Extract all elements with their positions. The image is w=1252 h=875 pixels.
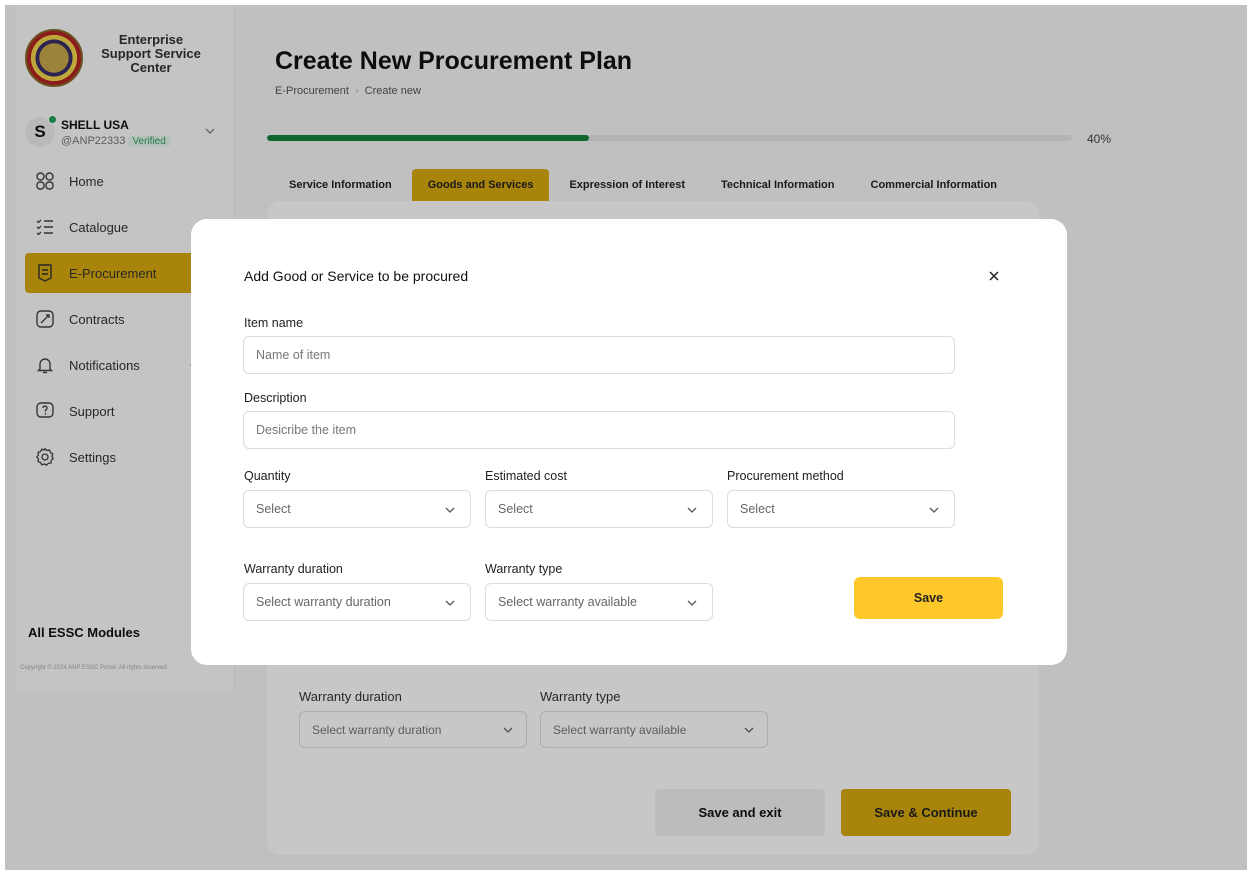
procurement-method-label: Procurement method bbox=[727, 469, 844, 483]
warranty-type-label: Warranty type bbox=[485, 562, 563, 576]
close-button[interactable] bbox=[986, 268, 1002, 284]
warranty-duration-label: Warranty duration bbox=[244, 562, 343, 576]
app-frame: Enterprise Support Service Center S SHEL… bbox=[5, 5, 1247, 870]
estimated-cost-select[interactable]: Select bbox=[485, 490, 713, 528]
chevron-down-icon bbox=[687, 600, 697, 606]
procurement-method-select[interactable]: Select bbox=[727, 490, 955, 528]
item-name-label: Item name bbox=[244, 316, 304, 330]
chevron-down-icon bbox=[687, 507, 697, 513]
close-icon bbox=[989, 271, 999, 281]
description-label: Description bbox=[244, 391, 307, 405]
warranty-type-select[interactable]: Select warranty available bbox=[485, 583, 713, 621]
description-input[interactable] bbox=[243, 411, 955, 449]
quantity-select[interactable]: Select bbox=[243, 490, 471, 528]
chevron-down-icon bbox=[929, 507, 939, 513]
estimated-cost-label: Estimated cost bbox=[485, 469, 567, 483]
modal-title: Add Good or Service to be procured bbox=[244, 268, 469, 284]
warranty-duration-select[interactable]: Select warranty duration bbox=[243, 583, 471, 621]
save-button[interactable]: Save bbox=[854, 577, 1003, 619]
page: Enterprise Support Service Center S SHEL… bbox=[0, 0, 1252, 875]
add-good-service-modal: Add Good or Service to be procured Item … bbox=[191, 219, 1067, 665]
quantity-label: Quantity bbox=[244, 469, 291, 483]
chevron-down-icon bbox=[445, 507, 455, 513]
chevron-down-icon bbox=[445, 600, 455, 606]
item-name-input[interactable] bbox=[243, 336, 955, 374]
